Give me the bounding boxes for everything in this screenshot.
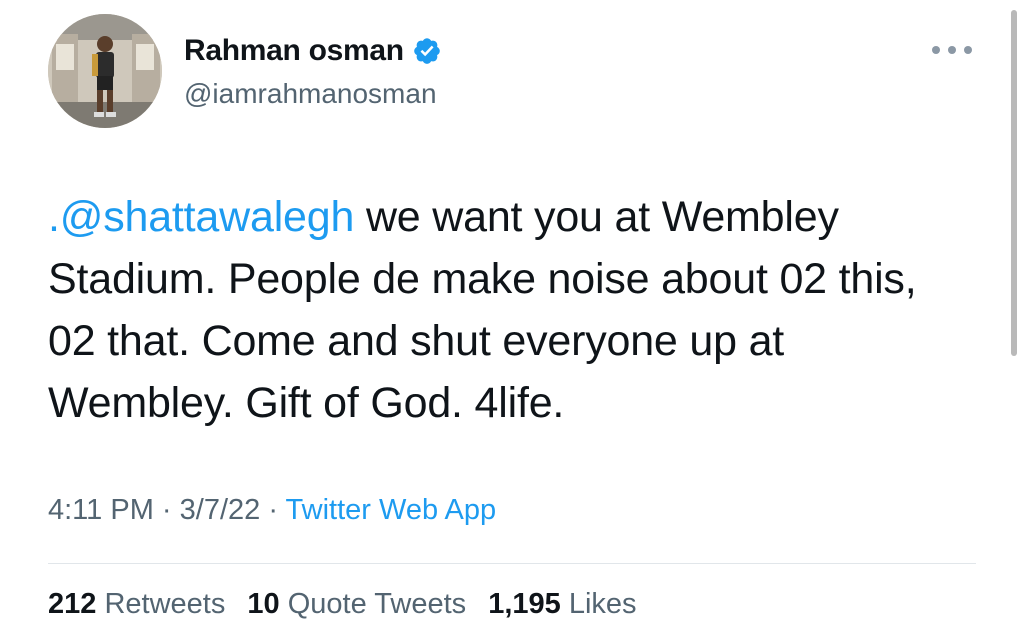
retweets-label: Retweets xyxy=(104,588,226,620)
tweet-mention-link[interactable]: .@shattawalegh xyxy=(48,193,354,241)
more-dot xyxy=(932,46,940,54)
author-avatar[interactable] xyxy=(48,14,162,128)
author-handle[interactable]: @iamrahmanosman xyxy=(184,78,437,110)
divider xyxy=(48,563,976,564)
avatar-photo xyxy=(48,14,162,128)
tweet-text: .@shattawalegh we want you at Wembley St… xyxy=(48,186,958,434)
likes-label: Likes xyxy=(568,588,637,620)
retweets-count: 212 xyxy=(48,588,97,620)
verified-badge-icon xyxy=(413,38,440,64)
more-dot xyxy=(964,46,972,54)
meta-separator: · xyxy=(153,494,180,526)
author-name-row: Rahman osman xyxy=(184,34,442,68)
likes-count: 1,195 xyxy=(488,588,561,620)
likes-stat[interactable]: 1,195 Likes xyxy=(488,588,636,620)
more-options-icon[interactable] xyxy=(932,38,972,62)
tweet-date[interactable]: 3/7/22 xyxy=(180,494,261,526)
more-dot xyxy=(948,46,956,54)
scrollbar-thumb[interactable] xyxy=(1011,10,1017,356)
tweet-stats: 212 Retweets 10 Quote Tweets 1,195 Likes xyxy=(48,588,651,621)
quote-tweets-stat[interactable]: 10 Quote Tweets xyxy=(247,588,466,620)
quote-tweets-count: 10 xyxy=(247,588,280,620)
author-display-name[interactable]: Rahman osman xyxy=(184,34,404,68)
retweets-stat[interactable]: 212 Retweets xyxy=(48,588,225,620)
tweet-time[interactable]: 4:11 PM xyxy=(48,494,154,526)
tweet-source-link[interactable]: Twitter Web App xyxy=(286,494,497,526)
quote-tweets-label: Quote Tweets xyxy=(287,588,467,620)
meta-separator: · xyxy=(260,494,286,526)
tweet-meta: 4:11 PM · 3/7/22 · Twitter Web App xyxy=(48,494,496,527)
